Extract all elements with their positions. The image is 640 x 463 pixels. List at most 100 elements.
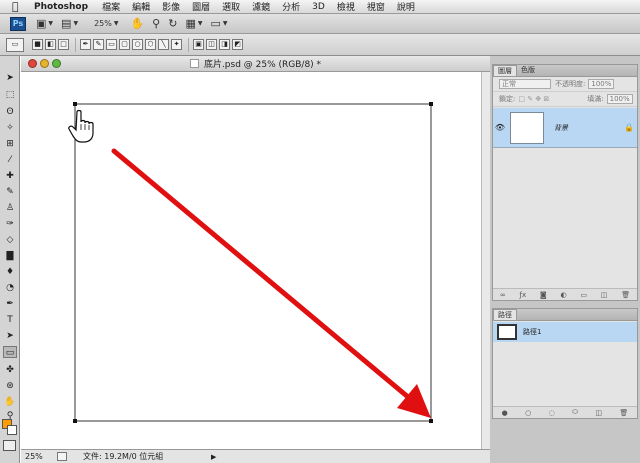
crop-tool-icon[interactable]: ⊞ <box>3 138 17 150</box>
view-extras-button[interactable]: ▤ ▼ <box>61 17 78 31</box>
menu-file[interactable]: 檔案 <box>102 0 120 13</box>
paths-mode-button[interactable]: ◧ <box>45 39 56 50</box>
tool-preset-picker[interactable]: ▭ <box>6 37 24 52</box>
healing-brush-tool-icon[interactable]: ✚ <box>3 170 17 182</box>
lasso-tool-icon[interactable]: ʘ <box>3 106 17 118</box>
3d-rotate-tool-icon[interactable]: ✤ <box>3 364 17 376</box>
eye-icon[interactable]: 👁 <box>493 123 507 132</box>
layer-style-icon[interactable]: ƒx <box>520 291 527 299</box>
path-anchor-point[interactable] <box>73 102 77 106</box>
rounded-rectangle-option[interactable]: ▢ <box>119 39 130 50</box>
new-path-icon[interactable]: ◫ <box>595 409 602 417</box>
path-anchor-point[interactable] <box>429 419 433 423</box>
hand-tool-icon[interactable]: ✋ <box>3 396 17 408</box>
tab-paths[interactable]: 路徑 <box>493 309 517 320</box>
clone-stamp-tool-icon[interactable]: ♙ <box>3 202 17 214</box>
chevron-down-icon: ▼ <box>48 20 54 27</box>
status-preview-icon[interactable] <box>57 452 67 461</box>
lock-options-icons[interactable]: □ ✎ ✥ ⊠ <box>518 95 549 103</box>
app-menu-photoshop[interactable]: Photoshop <box>34 2 88 12</box>
menu-view[interactable]: 檢視 <box>337 0 355 13</box>
freeform-pen-option[interactable]: ✎ <box>93 39 104 50</box>
rotate-view-button[interactable]: ↻ <box>168 17 177 31</box>
fill-input[interactable]: 100% <box>606 94 633 104</box>
path-anchor-point[interactable] <box>73 419 77 423</box>
fill-label: 填滿: <box>587 95 604 103</box>
menu-window[interactable]: 視窗 <box>367 0 385 13</box>
zoom-level-dropdown[interactable]: 25% ▼ <box>94 17 118 31</box>
path-anchor-point[interactable] <box>429 102 433 106</box>
custom-shape-option[interactable]: ✦ <box>171 39 182 50</box>
menu-filter[interactable]: 濾鏡 <box>252 0 270 13</box>
subtract-path-area-button[interactable]: ◫ <box>206 39 217 50</box>
zoom-window-button[interactable] <box>52 59 61 68</box>
intersect-path-area-button[interactable]: ◨ <box>219 39 230 50</box>
minimize-window-button[interactable] <box>40 59 49 68</box>
zoom-tool-button[interactable]: ⚲ <box>152 17 160 31</box>
background-color-swatch[interactable] <box>7 425 17 435</box>
menu-analysis[interactable]: 分析 <box>282 0 300 13</box>
fill-path-icon[interactable]: ● <box>502 409 508 417</box>
arrange-documents-button[interactable]: ▦ ▼ <box>185 17 202 31</box>
adjustment-layer-icon[interactable]: ◐ <box>560 291 566 299</box>
link-layers-icon[interactable]: ∞ <box>500 291 506 299</box>
gradient-tool-icon[interactable]: ▇ <box>3 250 17 262</box>
tab-channels[interactable]: 色版 <box>517 65 539 76</box>
menu-select[interactable]: 選取 <box>222 0 240 13</box>
document-title-bar[interactable]: 底片.psd @ 25% (RGB/8) * <box>21 56 490 72</box>
make-work-path-icon[interactable]: ⬭ <box>572 408 578 417</box>
history-brush-tool-icon[interactable]: ✑ <box>3 218 17 230</box>
rectangle-tool-icon[interactable]: ▭ <box>3 346 17 358</box>
menu-edit[interactable]: 編輯 <box>132 0 150 13</box>
path-selection-tool-icon[interactable]: ➤ <box>3 330 17 342</box>
brush-tool-icon[interactable]: ✎ <box>3 186 17 198</box>
status-zoom-value[interactable]: 25% <box>21 452 57 461</box>
exclude-path-area-button[interactable]: ◩ <box>232 39 243 50</box>
line-option[interactable]: ╲ <box>158 39 169 50</box>
pen-tool-option[interactable]: ✒ <box>80 39 91 50</box>
fill-pixels-mode-button[interactable]: □ <box>58 39 69 50</box>
quick-mask-button[interactable] <box>3 440 16 451</box>
magic-wand-tool-icon[interactable]: ✧ <box>3 122 17 134</box>
blur-tool-icon[interactable]: ♦ <box>3 266 17 278</box>
vertical-scrollbar[interactable] <box>481 72 490 449</box>
layer-row-background[interactable]: 👁 背景 🔒 <box>493 108 637 148</box>
shape-layers-mode-button[interactable]: ■ <box>32 39 43 50</box>
view-extras-icon: ▤ <box>61 17 72 30</box>
stroke-path-icon[interactable]: ○ <box>525 409 531 417</box>
bridge-button[interactable]: ▣ ▼ <box>36 17 53 31</box>
menu-layer[interactable]: 圖層 <box>192 0 210 13</box>
canvas-area[interactable] <box>21 72 481 449</box>
path-row[interactable]: 路徑1 <box>493 322 637 342</box>
menu-3d[interactable]: 3D <box>312 2 325 12</box>
polygon-option[interactable]: ⬡ <box>145 39 156 50</box>
menu-help[interactable]: 說明 <box>397 0 415 13</box>
apple-icon[interactable]:  <box>12 0 26 14</box>
dodge-tool-icon[interactable]: ◔ <box>3 282 17 294</box>
eyedropper-tool-icon[interactable]: ⁄ <box>3 154 17 166</box>
rectangle-option[interactable]: ▭ <box>106 39 117 50</box>
hand-tool-button[interactable]: ✋ <box>130 17 144 31</box>
new-layer-icon[interactable]: ◫ <box>601 291 608 299</box>
marquee-tool-icon[interactable]: ⬚ <box>3 89 17 101</box>
eraser-tool-icon[interactable]: ◇ <box>3 234 17 246</box>
screen-mode-button[interactable]: ▭ ▼ <box>210 17 227 31</box>
opacity-input[interactable]: 100% <box>588 79 615 89</box>
pen-tool-icon[interactable]: ✒ <box>3 298 17 310</box>
layer-mask-icon[interactable]: ◙ <box>540 291 547 299</box>
ellipse-option[interactable]: ○ <box>132 39 143 50</box>
blend-mode-select[interactable]: 正常 <box>499 79 551 89</box>
3d-orbit-tool-icon[interactable]: ⊛ <box>3 380 17 392</box>
delete-layer-icon[interactable]: 🗑 <box>621 291 630 299</box>
type-tool-icon[interactable]: T <box>3 314 17 326</box>
status-menu-arrow-icon[interactable]: ▶ <box>211 453 216 461</box>
new-group-icon[interactable]: ▭ <box>580 291 587 299</box>
add-to-path-area-button[interactable]: ▣ <box>193 39 204 50</box>
close-window-button[interactable] <box>28 59 37 68</box>
tab-layers[interactable]: 圖層 <box>493 65 517 76</box>
menu-image[interactable]: 影像 <box>162 0 180 13</box>
load-selection-icon[interactable]: ◌ <box>549 409 555 417</box>
move-tool-icon[interactable]: ➤ <box>3 72 17 84</box>
delete-path-icon[interactable]: 🗑 <box>619 409 628 417</box>
document-title: 底片.psd @ 25% (RGB/8) * <box>203 60 322 70</box>
